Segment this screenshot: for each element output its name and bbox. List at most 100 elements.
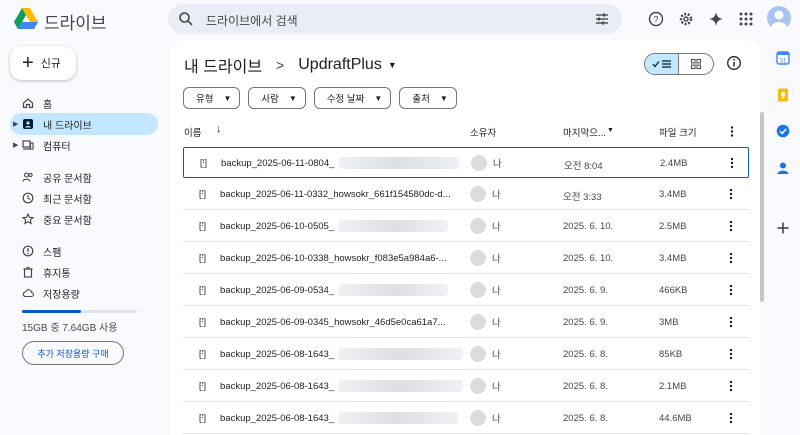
owner-name: 나 [492, 350, 501, 361]
sidebar-item-home[interactable]: 홈 [10, 92, 158, 114]
file-row[interactable]: backup_2025-06-08-1643_ 나 2025. 6. 8. 2.1MB [183, 371, 749, 402]
filter-people-chip[interactable]: 사람 ▼ [248, 87, 306, 109]
expand-caret-icon[interactable]: ▶ [13, 120, 18, 128]
sort-arrow-down-icon[interactable]: ↓ [216, 123, 222, 135]
sidebar-item-label: 컴퓨터 [43, 141, 71, 153]
gemini-sparkle-icon[interactable] [706, 9, 726, 29]
app-name[interactable]: 드라이브 [44, 9, 107, 34]
expand-caret-icon[interactable]: ▶ [13, 141, 18, 149]
file-name[interactable]: backup_2025-06-08-1643_ [220, 381, 334, 392]
sidebar-item-spam[interactable]: 스팸 [10, 240, 158, 262]
file-owner: 나 [470, 250, 501, 266]
file-name[interactable]: backup_2025-06-11-0804_ [221, 158, 334, 169]
storage-usage-text: 15GB 중 7.64GB 사용 [22, 323, 118, 334]
buy-storage-button[interactable]: 추가 저장용량 구매 [22, 341, 124, 365]
file-size: 85KB [659, 349, 683, 360]
sidebar-item-label: 스팸 [43, 247, 62, 259]
file-name[interactable]: backup_2025-06-08-1643_ [220, 413, 334, 424]
sidebar-item-trash[interactable]: 휴지통 [10, 261, 158, 283]
redacted-text [338, 380, 463, 392]
file-name[interactable]: backup_2025-06-09-0534_ [220, 285, 334, 296]
sidebar-item-my-drive[interactable]: ▶ 내 드라이브 [10, 113, 158, 135]
sidebar-item-label: 저장용량 [43, 289, 80, 301]
file-modified: 2025. 6. 8. [563, 349, 608, 360]
column-header-size[interactable]: 파일 크기 [659, 125, 697, 139]
more-actions-icon[interactable] [728, 380, 734, 392]
sidebar-item-starred[interactable]: 중요 문서함 [10, 208, 158, 230]
file-name[interactable]: backup_2025-06-08-1643_ [220, 349, 334, 360]
more-actions-icon[interactable] [729, 157, 735, 169]
redacted-text [338, 220, 448, 232]
folder-menu-dropdown-icon[interactable]: ▼ [388, 60, 397, 70]
sort-dropdown-icon[interactable]: ▼ [607, 127, 614, 134]
more-actions-icon[interactable] [728, 252, 734, 264]
add-addon-plus-icon[interactable] [776, 221, 790, 235]
grid-view-button[interactable] [679, 54, 713, 74]
info-icon[interactable] [726, 55, 742, 71]
scrollbar[interactable] [760, 112, 764, 302]
sidebar-item-recent[interactable]: 최근 문서함 [10, 187, 158, 209]
sidebar-item-computers[interactable]: ▶ 컴퓨터 [10, 134, 158, 156]
file-row[interactable]: backup_2025-06-11-0332_howsokr_661f15458… [183, 179, 749, 210]
file-name[interactable]: backup_2025-06-11-0332_howsokr_661f15458… [220, 189, 451, 200]
list-view-button[interactable] [645, 54, 680, 74]
file-modified: 2025. 6. 9. [563, 317, 608, 328]
sidebar-item-label: 중요 문서함 [43, 215, 92, 227]
more-actions-icon[interactable] [728, 412, 734, 424]
more-actions-icon[interactable] [728, 348, 734, 360]
file-name[interactable]: backup_2025-06-10-0505_ [220, 221, 334, 232]
zip-file-icon [199, 286, 206, 295]
file-name[interactable]: backup_2025-06-10-0338_howsokr_f083e5a98… [220, 253, 447, 264]
file-size: 3MB [659, 317, 679, 328]
keep-icon[interactable] [776, 88, 790, 102]
file-size: 3.4MB [659, 189, 687, 200]
file-row[interactable]: backup_2025-06-08-1643_ 나 2025. 6. 8. 44.6M… [183, 403, 749, 434]
more-actions-icon[interactable] [728, 188, 734, 200]
file-row[interactable]: backup_2025-06-11-0804_ 나 오전 8:04 2.4MB [183, 147, 749, 178]
filter-source-chip[interactable]: 출처 ▼ [399, 87, 457, 109]
zip-file-icon [199, 318, 206, 327]
sidebar-item-storage[interactable]: 저장용량 [10, 282, 158, 304]
tasks-icon[interactable] [776, 124, 790, 138]
file-owner: 나 [470, 282, 501, 298]
search-bar[interactable]: 드라이브에서 검색 [168, 4, 622, 34]
file-modified: 2025. 6. 8. [563, 381, 608, 392]
redacted-text [338, 412, 458, 424]
file-row[interactable]: backup_2025-06-10-0505_ 나 2025. 6. 10. 2.5M… [183, 211, 749, 242]
file-row[interactable]: backup_2025-06-10-0338_howsokr_f083e5a98… [183, 243, 749, 274]
owner-avatar [470, 410, 486, 426]
search-options-icon[interactable] [594, 11, 610, 27]
account-avatar[interactable] [767, 6, 791, 30]
zip-file-icon [199, 350, 206, 359]
column-header-owner: 소유자 [470, 128, 497, 139]
filter-chips: 유형 ▼ 사람 ▼ 수정 날짜 ▼ 출처 ▼ [183, 87, 457, 109]
more-actions-icon[interactable] [728, 284, 734, 296]
column-more-icon[interactable] [730, 126, 734, 137]
help-icon[interactable]: ? [646, 9, 666, 29]
drive-logo-icon[interactable] [14, 8, 38, 30]
file-row[interactable]: backup_2025-06-09-0534_ 나 2025. 6. 9. 466KB [183, 275, 749, 306]
file-row[interactable]: backup_2025-06-08-1643_ 나 2025. 6. 8. 85KB [183, 339, 749, 370]
apps-grid-icon[interactable] [736, 9, 756, 29]
breadcrumb-current-folder[interactable]: UpdraftPlus [298, 56, 382, 74]
filter-type-chip[interactable]: 유형 ▼ [183, 87, 241, 109]
search-icon[interactable] [178, 11, 194, 27]
settings-gear-icon[interactable] [676, 9, 696, 29]
more-actions-icon[interactable] [728, 316, 734, 328]
more-actions-icon[interactable] [728, 220, 734, 232]
column-header-modified[interactable]: 마지막으... [563, 125, 606, 139]
filter-modified-chip[interactable]: 수정 날짜 ▼ [313, 87, 392, 109]
new-button[interactable]: + 신규 [10, 46, 76, 80]
chevron-down-icon: ▼ [374, 93, 383, 103]
search-input[interactable]: 드라이브에서 검색 [206, 12, 298, 29]
breadcrumb-separator: > [276, 57, 285, 73]
file-row[interactable]: backup_2025-06-09-0345_howsokr_46d5e0ca6… [183, 307, 749, 338]
file-name[interactable]: backup_2025-06-09-0345_howsokr_46d5e0ca6… [220, 317, 446, 328]
sidebar-item-shared[interactable]: 공유 문서함 [10, 166, 158, 188]
trash-icon [22, 266, 34, 278]
breadcrumb-my-drive[interactable]: 내 드라이브 [184, 53, 262, 77]
contacts-icon[interactable] [776, 161, 790, 175]
calendar-icon[interactable]: 31 [776, 51, 790, 65]
column-header-name[interactable]: 이름 [184, 125, 201, 139]
file-modified: 오전 8:04 [564, 161, 603, 172]
